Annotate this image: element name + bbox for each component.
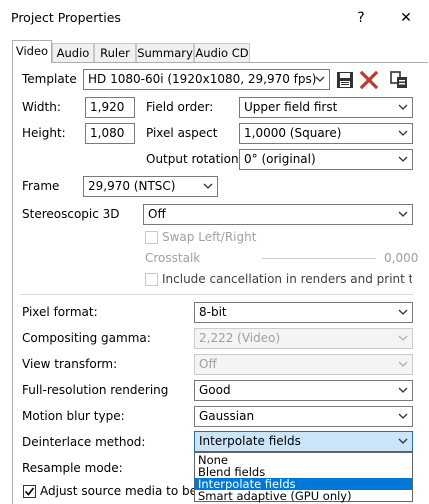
crosstalk-label: Crosstalk: [145, 251, 201, 265]
deinterlace-combo[interactable]: Interpolate fields: [194, 431, 413, 452]
delete-template-icon[interactable]: [359, 70, 379, 90]
full-resolution-value: Good: [199, 383, 231, 397]
template-label: Template: [22, 72, 77, 86]
option-smart-adaptive[interactable]: Smart adaptive (GPU only): [195, 490, 412, 502]
pixel-aspect-value: 1,0000 (Square): [244, 126, 342, 140]
chevron-down-icon: [203, 183, 213, 189]
include-cancellation-checkbox[interactable]: [145, 273, 158, 286]
tab-video[interactable]: Video: [12, 40, 52, 63]
save-template-icon[interactable]: [335, 70, 355, 90]
chevron-down-icon: [398, 335, 408, 341]
pixel-format-combo[interactable]: 8-bit: [194, 302, 413, 323]
swap-left-right-label: Swap Left/Right: [162, 230, 257, 244]
chevron-down-icon: [398, 387, 408, 393]
deinterlace-dropdown-list: None Blend fields Interpolate fields Sma…: [194, 452, 413, 502]
chevron-down-icon: [315, 76, 325, 82]
height-label: Height:: [22, 126, 66, 140]
height-field[interactable]: 1,080: [85, 123, 135, 144]
motion-blur-value: Gaussian: [199, 409, 255, 423]
pixel-aspect-combo[interactable]: 1,0000 (Square): [239, 123, 413, 144]
window-title: Project Properties: [11, 10, 121, 25]
adjust-source-checkbox[interactable]: [23, 485, 36, 498]
template-value: HD 1080-60i (1920x1080, 29,970 fps): [88, 72, 317, 86]
pixel-format-label: Pixel format:: [22, 305, 98, 319]
swap-left-right-checkbox[interactable]: [145, 231, 158, 244]
field-order-value: Upper field first: [244, 100, 338, 114]
output-rotation-value: 0° (original): [244, 152, 316, 166]
pixel-aspect-label: Pixel aspect: [146, 126, 218, 140]
resample-mode-label: Resample mode:: [22, 461, 123, 475]
stereoscopic-value: Off: [148, 207, 166, 221]
template-combo[interactable]: HD 1080-60i (1920x1080, 29,970 fps): [83, 69, 330, 90]
chevron-down-icon: [398, 309, 408, 315]
help-button[interactable]: ?: [349, 6, 373, 30]
full-resolution-label: Full-resolution rendering: [22, 383, 169, 397]
stereoscopic-combo[interactable]: Off: [143, 204, 413, 225]
width-label: Width:: [22, 100, 61, 114]
crosstalk-slider[interactable]: [262, 258, 376, 259]
section-divider: [20, 294, 413, 295]
close-button[interactable]: ✕: [394, 6, 418, 30]
tab-summary[interactable]: Summary: [136, 43, 194, 62]
full-resolution-combo[interactable]: Good: [194, 380, 413, 401]
match-media-settings-icon[interactable]: [389, 70, 409, 90]
chevron-down-icon: [398, 156, 408, 162]
chevron-down-icon: [398, 211, 408, 217]
frame-rate-combo[interactable]: 29,970 (NTSC): [83, 176, 218, 197]
compositing-gamma-label: Compositing gamma:: [22, 331, 151, 345]
deinterlace-value: Interpolate fields: [199, 434, 301, 448]
chevron-down-icon: [398, 104, 408, 110]
tab-audio[interactable]: Audio: [52, 43, 94, 62]
chevron-down-icon: [398, 413, 408, 419]
deinterlace-label: Deinterlace method:: [22, 435, 146, 449]
compositing-gamma-value: 2,222 (Video): [199, 331, 281, 345]
motion-blur-label: Motion blur type:: [22, 409, 125, 423]
adjust-source-label: Adjust source media to bett: [40, 484, 207, 498]
width-value: 1,920: [90, 100, 125, 114]
chevron-down-icon: [398, 438, 408, 444]
pixel-format-value: 8-bit: [199, 305, 227, 319]
view-transform-value: Off: [199, 357, 217, 371]
tab-ruler[interactable]: Ruler: [94, 43, 136, 62]
frame-rate-label: Frame: [22, 179, 60, 193]
checkmark-icon: [24, 487, 35, 496]
view-transform-label: View transform:: [22, 357, 118, 371]
frame-rate-value: 29,970 (NTSC): [88, 179, 176, 193]
stereoscopic-label: Stereoscopic 3D: [22, 207, 120, 221]
chevron-down-icon: [398, 361, 408, 367]
width-field[interactable]: 1,920: [85, 97, 135, 118]
output-rotation-combo[interactable]: 0° (original): [239, 149, 413, 170]
view-transform-combo[interactable]: Off: [194, 354, 413, 375]
height-value: 1,080: [90, 126, 125, 140]
output-rotation-label: Output rotation:: [146, 152, 243, 166]
title-bar: Project Properties ? ✕: [0, 0, 429, 36]
tab-audio-cd[interactable]: Audio CD: [194, 43, 250, 62]
field-order-label: Field order:: [146, 100, 214, 114]
chevron-down-icon: [398, 130, 408, 136]
include-cancellation-label: Include cancellation in renders and prin…: [162, 272, 412, 286]
motion-blur-combo[interactable]: Gaussian: [194, 406, 413, 427]
field-order-combo[interactable]: Upper field first: [239, 97, 413, 118]
compositing-gamma-combo[interactable]: 2,222 (Video): [194, 328, 413, 349]
crosstalk-value: 0,000: [384, 251, 419, 265]
